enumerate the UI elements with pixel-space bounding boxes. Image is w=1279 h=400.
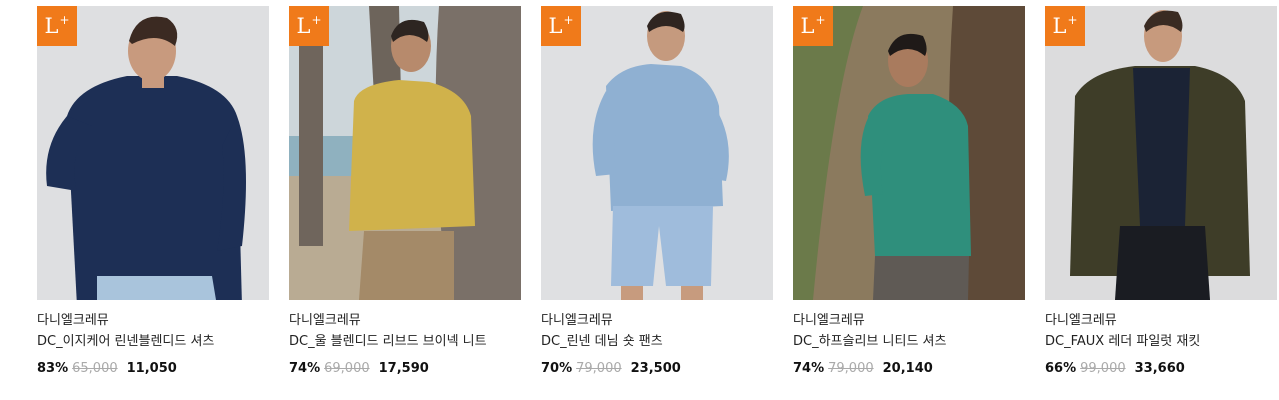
product-image[interactable]: L+	[37, 6, 269, 300]
lplus-badge-icon: L+	[289, 6, 329, 46]
lplus-badge-icon: L+	[37, 6, 77, 46]
original-price: 79,000	[576, 361, 622, 376]
sale-price: 20,140	[882, 361, 933, 376]
sale-price: 11,050	[126, 361, 177, 376]
lplus-badge-icon: L+	[541, 6, 581, 46]
lplus-badge-icon: L+	[793, 6, 833, 46]
sale-price: 17,590	[378, 361, 429, 376]
sale-price: 23,500	[630, 361, 681, 376]
product-brand: 다니엘크레뮤	[793, 313, 865, 328]
product-price: 74% 69,000 17,590	[289, 360, 521, 378]
product-brand: 다니엘크레뮤	[37, 313, 109, 328]
product-card[interactable]: L+ 다니엘크레뮤 DC_FAUX 레더 파일럿 재킷 66% 99,000 33,…	[1045, 6, 1277, 378]
original-price: 69,000	[324, 361, 370, 376]
product-image[interactable]: L+	[541, 6, 773, 300]
product-image[interactable]: L+	[289, 6, 521, 300]
product-card[interactable]: L+ 다니엘크레뮤 DC_하프슬리브 니티드 셔츠 74% 79,000 20,14…	[793, 6, 1025, 378]
product-name[interactable]: DC_하프슬리브 니티드 셔츠	[793, 332, 998, 351]
product-card[interactable]: L+ 다니엘크레뮤 DC_이지케어 린넨블렌디드 셔츠 83% 65,000 11,…	[37, 6, 269, 378]
discount-rate: 83%	[37, 361, 69, 376]
discount-rate: 74%	[793, 361, 825, 376]
product-brand: 다니엘크레뮤	[289, 313, 361, 328]
product-brand: 다니엘크레뮤	[541, 313, 613, 328]
discount-rate: 70%	[541, 361, 573, 376]
discount-rate: 74%	[289, 361, 321, 376]
product-name[interactable]: DC_이지케어 린넨블렌디드 셔츠	[37, 332, 242, 351]
product-image[interactable]: L+	[793, 6, 1025, 300]
original-price: 99,000	[1080, 361, 1126, 376]
lplus-badge-icon: L+	[1045, 6, 1085, 46]
product-name[interactable]: DC_린넨 데님 숏 팬츠	[541, 332, 746, 351]
discount-rate: 66%	[1045, 361, 1077, 376]
product-image[interactable]: L+	[1045, 6, 1277, 300]
product-price: 70% 79,000 23,500	[541, 360, 773, 378]
product-price: 66% 99,000 33,660	[1045, 360, 1277, 378]
product-name[interactable]: DC_울 블렌디드 리브드 브이넥 니트	[289, 332, 494, 351]
product-grid: L+ 다니엘크레뮤 DC_이지케어 린넨블렌디드 셔츠 83% 65,000 11,…	[0, 0, 1279, 400]
product-price: 83% 65,000 11,050	[37, 360, 269, 378]
product-card[interactable]: L+ 다니엘크레뮤 DC_울 블렌디드 리브드 브이넥 니트 74% 69,000…	[289, 6, 521, 378]
product-price: 74% 79,000 20,140	[793, 360, 1025, 378]
product-name[interactable]: DC_FAUX 레더 파일럿 재킷	[1045, 332, 1250, 351]
product-card[interactable]: L+ 다니엘크레뮤 DC_린넨 데님 숏 팬츠 70% 79,000 23,500	[541, 6, 773, 378]
sale-price: 33,660	[1134, 361, 1185, 376]
original-price: 65,000	[72, 361, 118, 376]
product-brand: 다니엘크레뮤	[1045, 313, 1117, 328]
original-price: 79,000	[828, 361, 874, 376]
